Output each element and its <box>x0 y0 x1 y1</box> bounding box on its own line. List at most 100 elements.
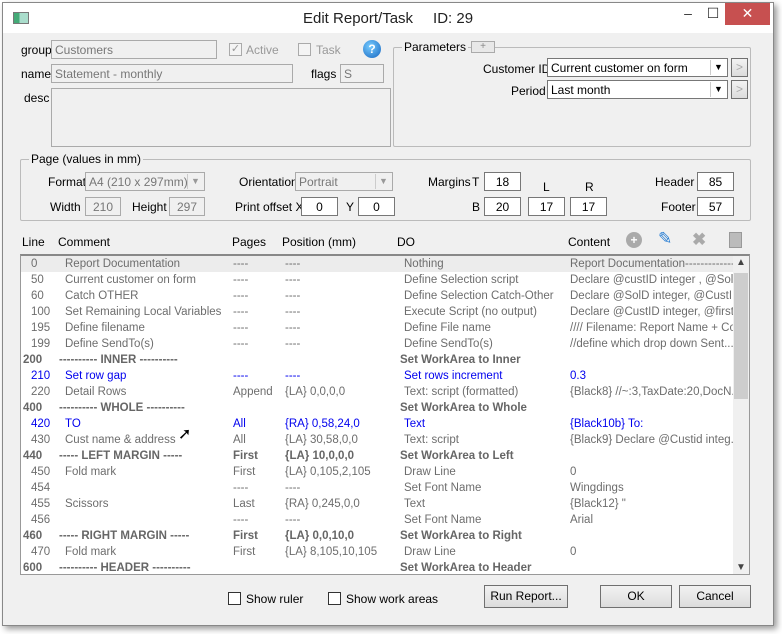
cell-line-number: 200 <box>23 354 43 366</box>
cell-line-number: 455 <box>31 498 51 510</box>
table-row[interactable]: 400 ---------- WHOLE ---------- Set WorkAr… <box>21 400 734 416</box>
table-row[interactable]: 200 ---------- INNER ---------- Set WorkAr… <box>21 352 734 368</box>
table-row[interactable]: 210 Set row gap ---- ---- Set rows increment… <box>21 368 734 384</box>
report-lines-list[interactable]: 600 ---------- HEADER ---------- Set WorkA… <box>20 254 750 575</box>
margin-left-field[interactable]: 17 <box>528 197 565 216</box>
task-checkbox[interactable] <box>298 43 311 56</box>
orientation-select[interactable]: Portrait ▼ <box>295 172 393 191</box>
header-field[interactable]: 85 <box>697 172 734 191</box>
edit-pencil-icon[interactable]: ✎ <box>658 229 672 249</box>
cell-line-number: 220 <box>31 386 51 398</box>
customer-id-value: Current customer on form <box>551 61 688 75</box>
col-line[interactable]: Line <box>22 235 45 249</box>
cell-position: ---- <box>285 322 301 334</box>
scroll-up-icon[interactable]: ▲ <box>736 257 746 268</box>
cancel-button[interactable]: Cancel <box>679 585 751 608</box>
chevron-down-icon: ▼ <box>710 60 726 75</box>
table-row[interactable]: 50 Current customer on form ---- ---- Define… <box>21 272 743 288</box>
table-row[interactable]: 100 Set Remaining Local Variables ---- ----… <box>21 304 744 320</box>
minimize-button[interactable]: – <box>673 3 703 25</box>
table-row[interactable]: 60 Catch OTHER ---- ---- Define Selection Ca… <box>21 288 742 304</box>
cell-comment: Catch OTHER <box>65 290 139 302</box>
height-field[interactable]: 297 <box>169 197 205 216</box>
cell-line-number: 50 <box>31 274 44 286</box>
customer-id-select[interactable]: Current customer on form ▼ <box>547 58 728 77</box>
col-content[interactable]: Content <box>568 235 610 249</box>
scrollbar-thumb[interactable] <box>734 273 748 399</box>
table-row[interactable]: 220 Detail Rows Append {LA} 0,0,0,0 Text: sc… <box>21 384 741 400</box>
scroll-down-icon[interactable]: ▼ <box>736 562 746 573</box>
cell-do-action: Text <box>404 418 426 430</box>
cell-line-number: 210 <box>31 370 51 382</box>
table-row[interactable]: 455 Scissors Last {RA} 0,245,0,0 Text {Black1… <box>21 496 734 512</box>
table-row[interactable]: 470 Fold mark First {LA} 8,105,10,105 Draw L… <box>21 544 734 560</box>
vertical-scrollbar[interactable]: ▲ ▼ <box>733 256 749 574</box>
cell-do-action: Set rows increment <box>404 370 503 382</box>
table-row[interactable]: 430 Cust name & address All {LA} 30,58,0,0 T… <box>21 432 740 448</box>
footer-field[interactable]: 57 <box>697 197 734 216</box>
table-row[interactable]: 440 ----- LEFT MARGIN ----- First {LA} 10,0… <box>21 448 734 464</box>
cell-do-action: Define Selection script <box>404 274 519 286</box>
customer-id-go-button[interactable]: > <box>731 58 748 77</box>
cell-pages: ---- <box>233 274 249 286</box>
cell-line-number: 100 <box>31 306 51 318</box>
table-row[interactable]: 460 ----- RIGHT MARGIN ----- First {LA} 0,0… <box>21 528 734 544</box>
table-row[interactable]: 199 Define SendTo(s) ---- ---- Define SendTo… <box>21 336 734 352</box>
title-bar: Edit Report/Task ID: 29 – ☐ ✕ <box>3 3 773 33</box>
table-row[interactable]: 420 TO All {RA} 0,58,24,0 Text {Black10b} To: <box>21 416 734 432</box>
add-parameter-button[interactable]: + <box>471 41 495 53</box>
margin-r-label: R <box>585 180 594 194</box>
offset-x-field[interactable]: 0 <box>301 197 338 216</box>
col-pages[interactable]: Pages <box>232 235 266 249</box>
table-row[interactable]: 195 Define filename ---- ---- Define File na… <box>21 320 745 336</box>
offset-y-field[interactable]: 0 <box>358 197 395 216</box>
table-row[interactable]: 450 Fold mark First {LA} 0,105,2,105 Draw Li… <box>21 464 734 480</box>
show-work-areas-checkbox[interactable] <box>328 592 341 605</box>
cell-do-action: Set WorkArea to Whole <box>400 402 527 414</box>
col-do[interactable]: DO <box>397 235 415 249</box>
col-comment[interactable]: Comment <box>58 235 110 249</box>
table-row[interactable]: 454 ---- ---- Set Font Name Wingdings <box>21 480 734 496</box>
cell-comment: ----- RIGHT MARGIN ----- <box>59 530 190 542</box>
cell-do-action: Set Font Name <box>404 514 482 526</box>
cell-content: {Black12} " <box>570 498 626 510</box>
show-ruler-checkbox[interactable] <box>228 592 241 605</box>
footer-label: Footer <box>661 200 696 214</box>
cell-line-number: 60 <box>31 290 44 302</box>
width-label: Width <box>50 200 81 214</box>
margin-top-field[interactable]: 18 <box>484 172 521 191</box>
close-button[interactable]: ✕ <box>725 3 770 25</box>
add-line-icon[interactable]: + <box>626 232 642 248</box>
table-row[interactable]: 456 ---- ---- Set Font Name Arial <box>21 512 734 528</box>
cell-pages: ---- <box>233 482 249 494</box>
ok-button[interactable]: OK <box>600 585 672 608</box>
desc-field[interactable] <box>51 88 391 147</box>
width-field[interactable]: 210 <box>85 197 121 216</box>
delete-icon[interactable]: ✖ <box>692 230 706 250</box>
flags-field[interactable]: S <box>340 64 384 83</box>
cell-do-action: Define Selection Catch-Other <box>404 290 554 302</box>
active-checkbox[interactable]: ✓ <box>229 43 242 56</box>
name-field[interactable]: Statement - monthly <box>51 64 293 83</box>
run-report-button[interactable]: Run Report... <box>484 585 568 608</box>
margin-right-field[interactable]: 17 <box>570 197 607 216</box>
period-select[interactable]: Last month ▼ <box>547 80 728 99</box>
cell-line-number: 195 <box>31 322 51 334</box>
copy-icon[interactable] <box>729 232 742 248</box>
cell-line-number: 600 <box>23 562 43 574</box>
col-position[interactable]: Position (mm) <box>282 235 356 249</box>
cell-line-number: 460 <box>23 530 43 542</box>
period-go-button[interactable]: > <box>731 80 748 99</box>
cell-do-action: Set WorkArea to Header <box>400 562 532 574</box>
maximize-button[interactable]: ☐ <box>700 3 726 25</box>
cell-content: {Black10b} To: <box>570 418 644 430</box>
help-icon[interactable]: ? <box>363 40 381 58</box>
cell-content: Arial <box>570 514 594 526</box>
group-field[interactable]: Customers <box>51 40 217 59</box>
cell-do-action: Text: script <box>404 434 459 446</box>
margin-bottom-field[interactable]: 20 <box>484 197 521 216</box>
format-select[interactable]: A4 (210 x 297mm) ▼ <box>85 172 205 191</box>
cell-do-action: Set WorkArea to Inner <box>400 354 521 366</box>
table-row[interactable]: 0 Report Documentation ---- ---- Nothing Repo… <box>21 256 744 272</box>
table-row[interactable]: 600 ---------- HEADER ---------- Set WorkA… <box>21 560 734 574</box>
